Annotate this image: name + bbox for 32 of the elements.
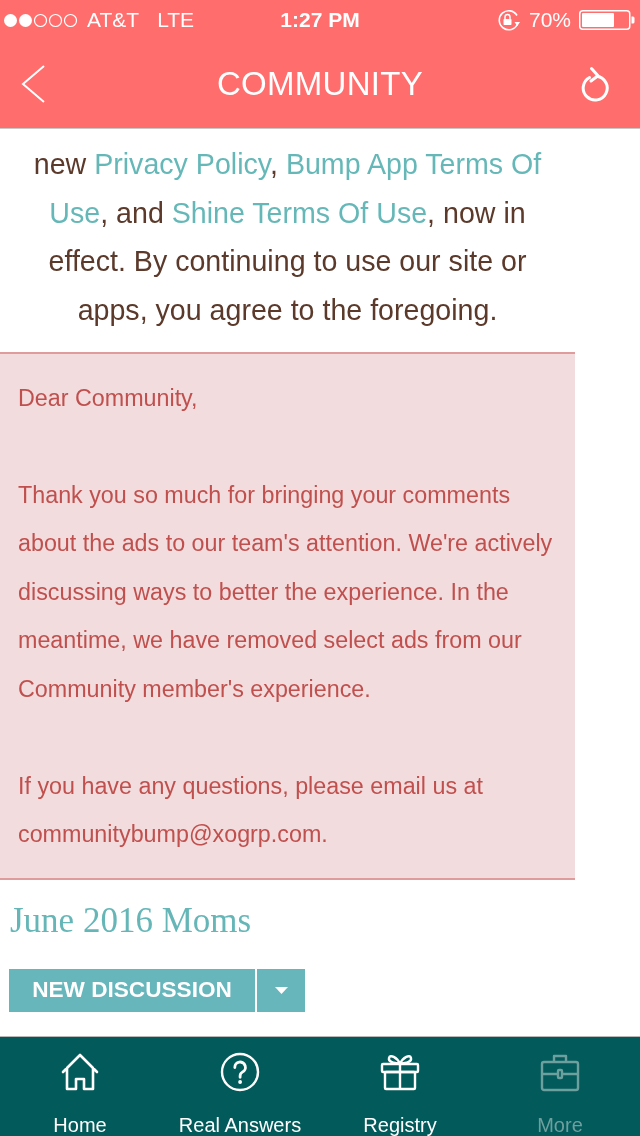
- battery-percent: 70%: [528, 8, 571, 32]
- announcement-paragraph: Dear Community,: [18, 383, 199, 413]
- tab-button[interactable]: Home: [0, 1037, 160, 1136]
- chevron-left-icon: [20, 64, 46, 104]
- refresh-button[interactable]: [580, 66, 610, 102]
- status-time: 1:27 PM: [280, 8, 360, 32]
- network-text: LTE: [157, 8, 195, 32]
- caret-icon: [274, 986, 288, 994]
- question-icon: [220, 1052, 260, 1092]
- briefcase-icon: [540, 1052, 580, 1092]
- announcement-paragraph: If you have any questions, please email us at communitybump@xogrp.com.: [18, 771, 484, 850]
- tab-button[interactable]: Real Answers: [160, 1037, 320, 1136]
- rotation-lock-icon: [495, 9, 521, 31]
- gift-icon: [380, 1052, 420, 1092]
- dropdown-button[interactable]: [255, 968, 305, 1012]
- announcement-paragraph: Thank you so much for bringing your comments about the ads to our team's attention. We're actively discussing ways to better the experience. In the meantime, we have removed select ads from our Community member's experience.: [18, 480, 554, 704]
- terms-link[interactable]: Bump App Terms Of: [285, 148, 542, 180]
- battery-icon: [579, 10, 635, 30]
- home-icon: [60, 1052, 100, 1092]
- terms-notice-paragraph: new Privacy Policy, Bump App Terms Of Use, and Shine Terms Of Use, now in effect. By continuing to use our site or apps, you agree to the foregoing.: [32, 147, 543, 329]
- terms-link[interactable]: Shine Terms Of Use: [171, 196, 428, 229]
- tab-button[interactable]: Registry: [320, 1037, 480, 1136]
- refresh-icon: [580, 66, 610, 102]
- tab-button[interactable]: More: [480, 1037, 640, 1136]
- back-button[interactable]: [20, 64, 46, 104]
- new-discussion-button[interactable]: NEW DISCUSSION: [9, 968, 255, 1012]
- terms-link[interactable]: Privacy Policy: [94, 148, 270, 180]
- carrier-text: AT&T: [87, 8, 140, 32]
- group-title: June 2016 Moms: [10, 900, 253, 941]
- signal-icon: [3, 12, 79, 28]
- page-title: COMMUNITY: [215, 65, 425, 103]
- terms-link[interactable]: Use: [49, 196, 101, 229]
